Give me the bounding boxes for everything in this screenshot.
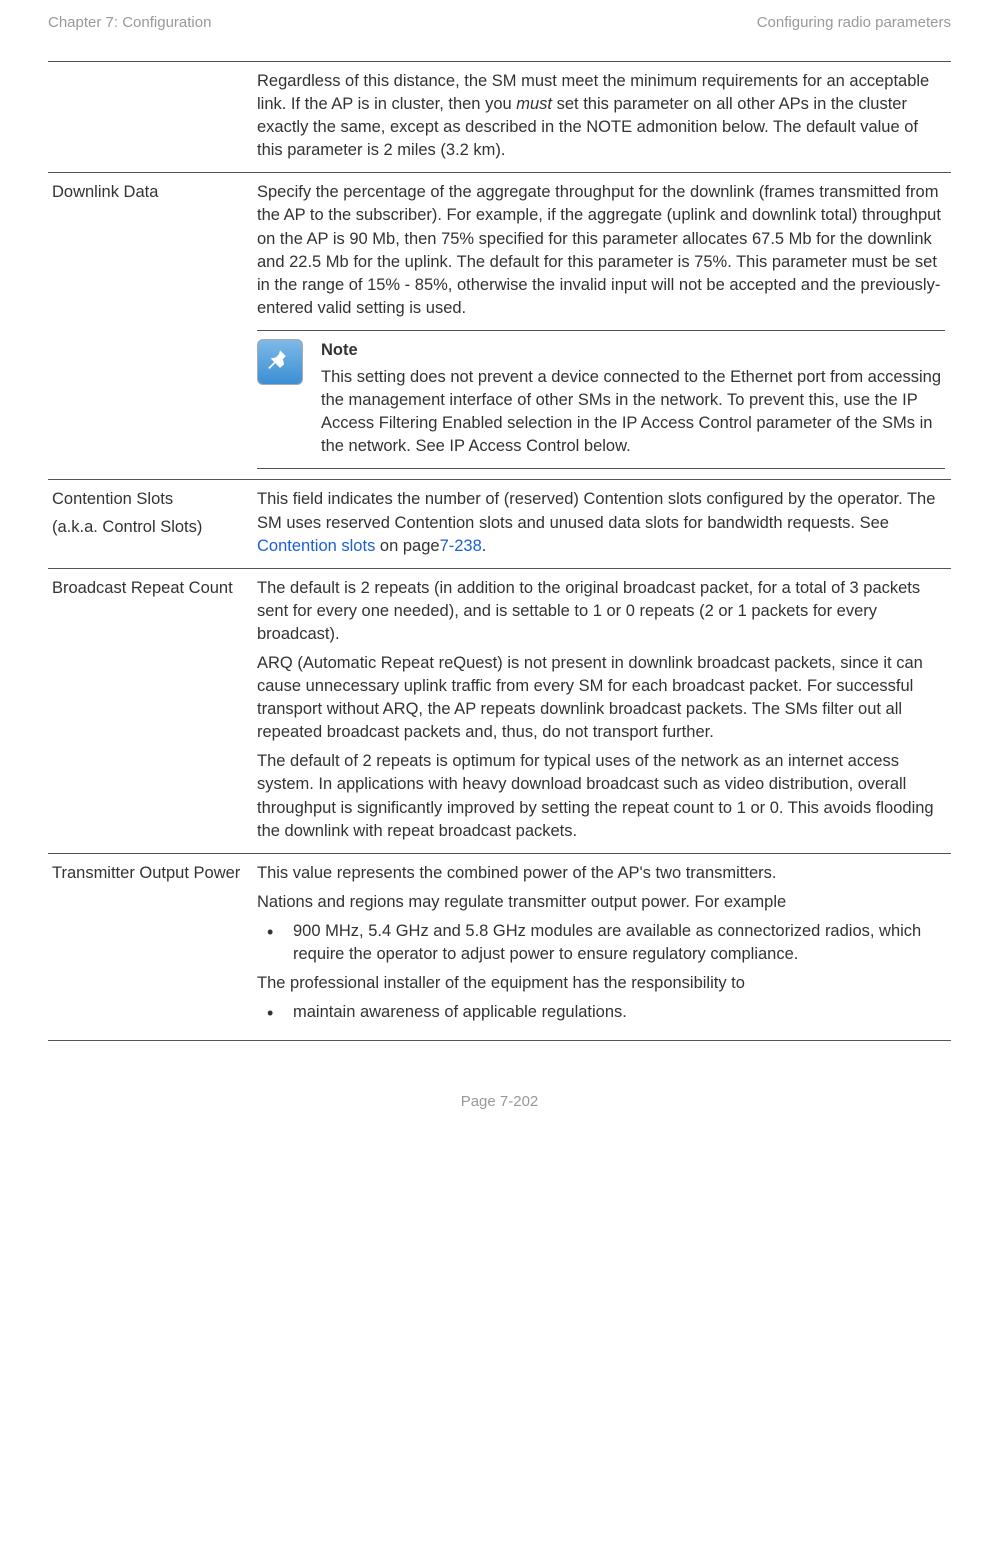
bullet-list: maintain awareness of applicable regulat… [257,1001,945,1024]
description-cell: Regardless of this distance, the SM must… [253,62,951,173]
header-left: Chapter 7: Configuration [48,12,211,33]
note-text: This setting does not prevent a device c… [321,366,945,458]
list-item: 900 MHz, 5.4 GHz and 5.8 GHz modules are… [261,920,945,966]
body-text: ARQ (Automatic Repeat reQuest) is not pr… [257,652,945,744]
parameter-table: Regardless of this distance, the SM must… [48,61,951,1041]
table-row: Contention Slots (a.k.a. Control Slots) … [48,480,951,568]
page-header: Chapter 7: Configuration Configuring rad… [48,12,951,33]
description-cell: Specify the percentage of the aggregate … [253,173,951,480]
attribute-cell: Transmitter Output Power [48,853,253,1041]
page-ref-link[interactable]: 7-238 [440,537,482,555]
attribute-name: Transmitter Output Power [52,862,247,885]
table-row: Regardless of this distance, the SM must… [48,62,951,173]
body-text: Regardless of this distance, the SM must… [257,70,945,162]
contention-slots-link[interactable]: Contention slots [257,537,375,555]
bullet-list: 900 MHz, 5.4 GHz and 5.8 GHz modules are… [257,920,945,966]
list-item: maintain awareness of applicable regulat… [261,1001,945,1024]
attribute-subname: (a.k.a. Control Slots) [52,516,247,539]
attribute-cell: Contention Slots (a.k.a. Control Slots) [48,480,253,568]
attribute-name: Contention Slots [52,488,247,511]
table-row: Broadcast Repeat Count The default is 2 … [48,568,951,853]
body-text: The professional installer of the equipm… [257,972,945,995]
description-cell: The default is 2 repeats (in addition to… [253,568,951,853]
attribute-cell: Downlink Data [48,173,253,480]
body-text: Nations and regions may regulate transmi… [257,891,945,914]
attribute-cell [48,62,253,173]
body-text: The default of 2 repeats is optimum for … [257,750,945,842]
note-body: Note This setting does not prevent a dev… [321,339,945,458]
attribute-cell: Broadcast Repeat Count [48,568,253,853]
table-row: Downlink Data Specify the percentage of … [48,173,951,480]
table-row: Transmitter Output Power This value repr… [48,853,951,1041]
note-box: Note This setting does not prevent a dev… [257,330,945,469]
page-footer: Page 7-202 [48,1091,951,1112]
pushpin-icon [266,348,294,376]
note-title: Note [321,339,945,362]
attribute-name: Broadcast Repeat Count [52,577,247,600]
header-right: Configuring radio parameters [757,12,951,33]
description-cell: This field indicates the number of (rese… [253,480,951,568]
body-text: This value represents the combined power… [257,862,945,885]
body-text: This field indicates the number of (rese… [257,488,945,557]
body-text: Specify the percentage of the aggregate … [257,181,945,320]
attribute-name: Downlink Data [52,181,247,204]
note-icon [257,339,303,385]
body-text: The default is 2 repeats (in addition to… [257,577,945,646]
description-cell: This value represents the combined power… [253,853,951,1041]
